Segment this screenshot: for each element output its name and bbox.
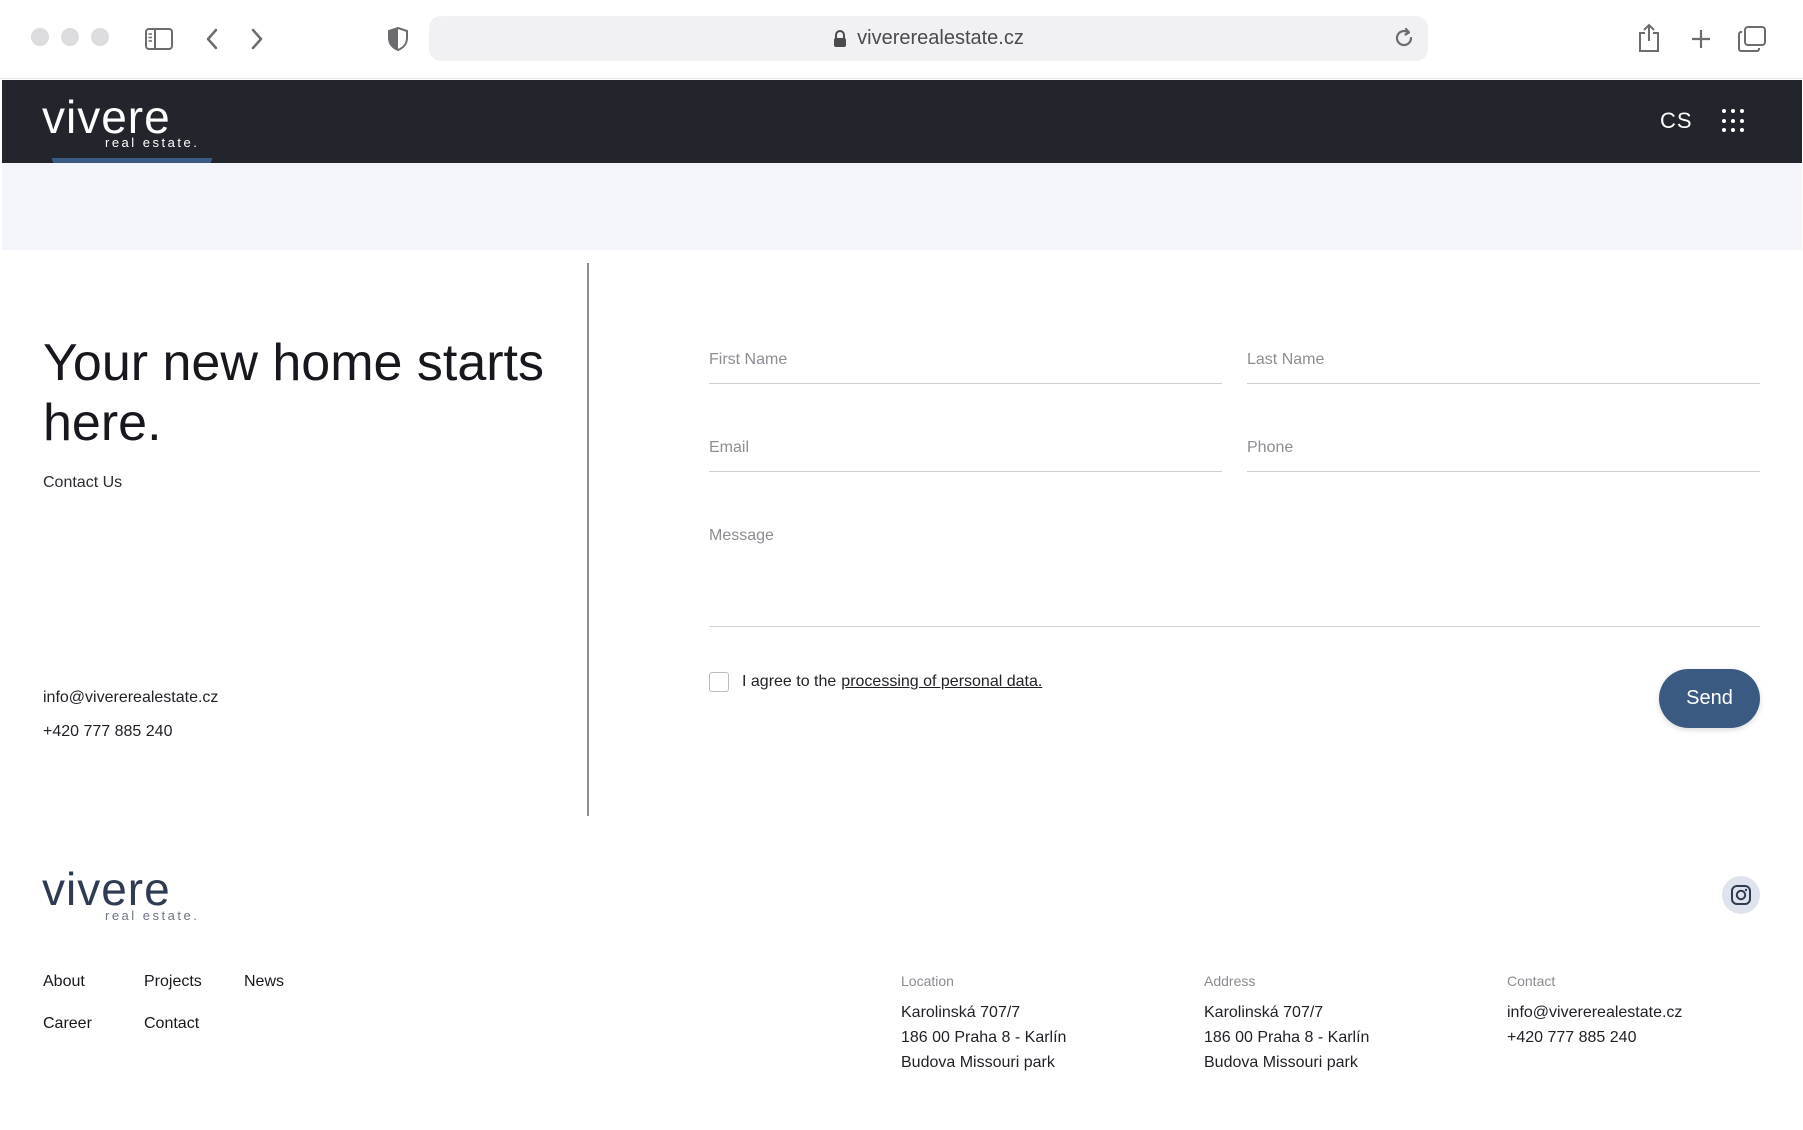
footer-location: Karolinská 707/7 186 00 Praha 8 - Karlín…	[901, 1004, 1067, 1071]
footer-link-contact[interactable]: Contact	[144, 1015, 199, 1033]
footer-phone-link[interactable]: +420 777 885 240	[1507, 1029, 1636, 1046]
footer-email-link[interactable]: info@vivererealestate.cz	[1507, 1004, 1682, 1021]
consent-row: I agree to the processing of personal da…	[709, 672, 1042, 692]
privacy-shield-icon[interactable]	[384, 26, 412, 52]
footer-contact-label: Contact	[1507, 973, 1556, 989]
contact-info: info@vivererealestate.cz +420 777 885 24…	[43, 689, 218, 757]
phone-field	[1247, 439, 1760, 472]
language-switch[interactable]: CS	[1660, 108, 1693, 134]
browser-chrome: vivererealestate.cz	[0, 0, 1803, 79]
back-icon[interactable]	[200, 26, 224, 52]
header-logo-tagline: real estate.	[105, 135, 200, 150]
footer-link-news[interactable]: News	[244, 973, 284, 991]
contact-subhead: Contact Us	[43, 474, 123, 491]
footer-address-label: Address	[1204, 973, 1256, 989]
send-button[interactable]: Send	[1659, 669, 1760, 728]
forward-icon[interactable]	[245, 26, 269, 52]
window-minimize-button[interactable]	[61, 28, 79, 46]
message-input[interactable]	[709, 527, 1760, 599]
window-close-button[interactable]	[31, 28, 49, 46]
privacy-link[interactable]: processing of personal data.	[841, 673, 1042, 691]
sidebar-toggle-icon[interactable]	[144, 26, 174, 52]
site-header	[2, 80, 1802, 163]
email-field	[709, 439, 1222, 472]
page-headline: Your new home starts here.	[43, 334, 545, 452]
email-input[interactable]	[709, 439, 1222, 457]
vertical-divider	[587, 263, 589, 816]
footer-link-about[interactable]: About	[43, 973, 85, 991]
first-name-input[interactable]	[709, 351, 1222, 369]
last-name-input[interactable]	[1247, 351, 1760, 369]
contact-email-link[interactable]: info@vivererealestate.cz	[43, 689, 218, 706]
footer-logo-tagline: real estate.	[105, 908, 200, 923]
instagram-icon[interactable]	[1722, 876, 1760, 914]
first-name-field	[709, 351, 1222, 384]
footer-location-label: Location	[901, 973, 954, 989]
phone-input[interactable]	[1247, 439, 1760, 457]
footer-link-projects[interactable]: Projects	[144, 973, 202, 991]
new-tab-icon[interactable]	[1686, 24, 1716, 54]
window-zoom-button[interactable]	[91, 28, 109, 46]
footer-address: Karolinská 707/7 186 00 Praha 8 - Karlín…	[1204, 1004, 1370, 1071]
reload-icon[interactable]	[1390, 24, 1418, 52]
message-field	[709, 527, 1760, 627]
url-text: vivererealestate.cz	[857, 27, 1024, 49]
consent-label: I agree to the	[742, 673, 837, 690]
footer-contact: info@vivererealestate.cz +420 777 885 24…	[1507, 1000, 1682, 1050]
consent-checkbox[interactable]	[709, 672, 729, 692]
menu-grid-icon[interactable]	[1722, 109, 1746, 133]
share-icon[interactable]	[1634, 22, 1664, 54]
footer-link-career[interactable]: Career	[43, 1015, 92, 1033]
address-bar[interactable]: vivererealestate.cz	[429, 16, 1428, 61]
last-name-field	[1247, 351, 1760, 384]
tab-overview-icon[interactable]	[1736, 24, 1768, 54]
hero-strip	[2, 163, 1802, 250]
contact-phone-link[interactable]: +420 777 885 240	[43, 723, 172, 740]
lock-icon	[833, 29, 847, 48]
